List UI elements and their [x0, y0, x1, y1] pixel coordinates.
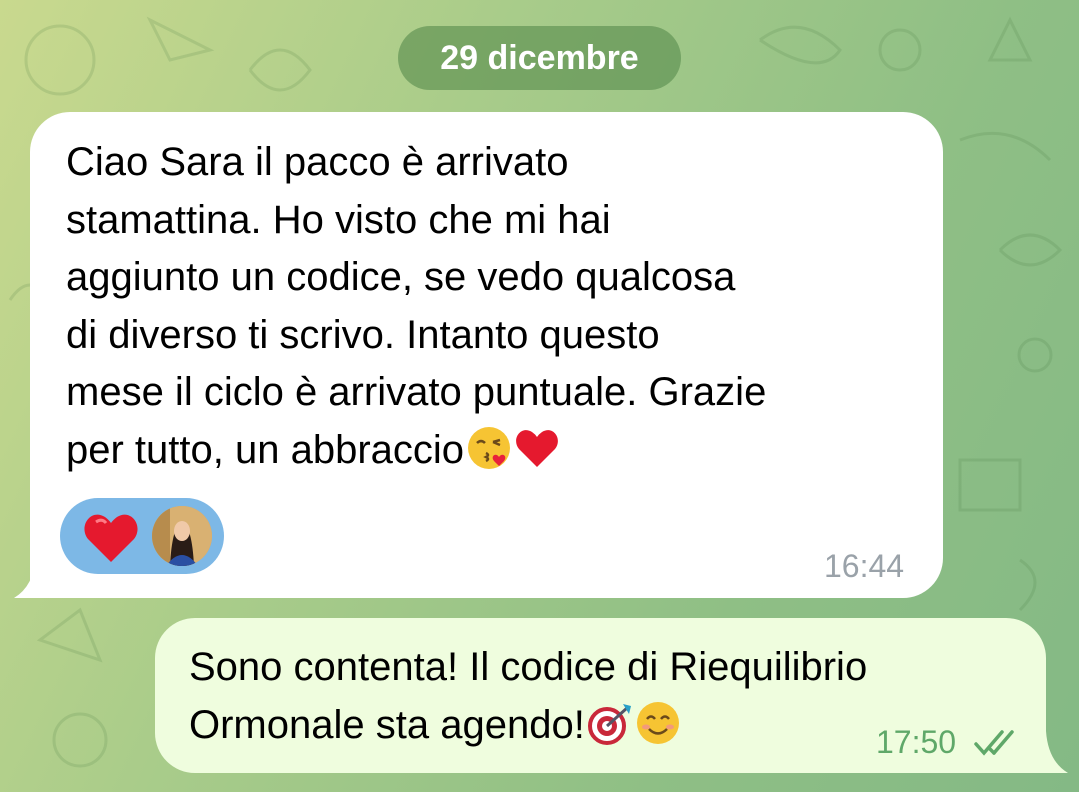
- incoming-bubble-tail: [14, 556, 52, 598]
- double-check-read-icon: [974, 730, 1014, 756]
- message-reaction[interactable]: [60, 498, 224, 574]
- red-heart-emoji: [514, 425, 560, 471]
- incoming-message: Ciao Sara il pacco è arrivato stamattina…: [66, 134, 926, 479]
- incoming-message-text: Ciao Sara il pacco è arrivato stamattina…: [66, 140, 767, 472]
- date-separator-label: 29 dicembre: [440, 38, 639, 77]
- outgoing-bubble-tail: [1030, 731, 1068, 773]
- date-separator: 29 dicembre: [398, 26, 681, 90]
- outgoing-message-time: 17:50: [876, 724, 957, 760]
- direct-hit-emoji: [587, 700, 633, 746]
- smiling-face-emoji: [635, 700, 681, 746]
- incoming-message-time: 16:44: [824, 548, 905, 584]
- face-blowing-a-kiss-emoji: [466, 425, 512, 471]
- reactor-avatar[interactable]: [152, 506, 212, 566]
- reaction-heart-icon: [84, 514, 138, 562]
- outgoing-message-text: Sono contenta! Il codice di Riequilibrio…: [189, 645, 868, 747]
